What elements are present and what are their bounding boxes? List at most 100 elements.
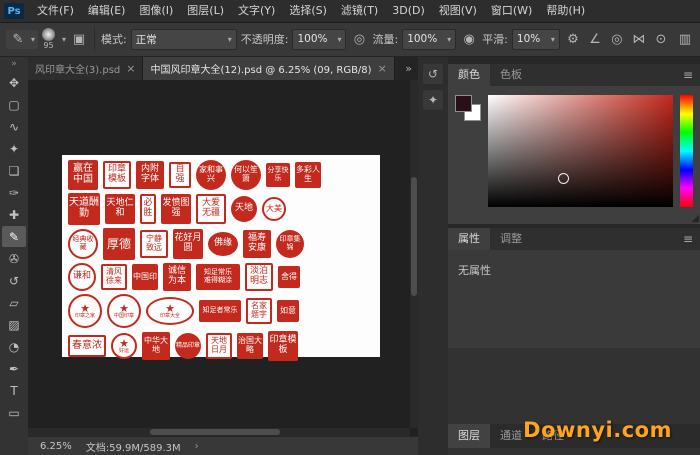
crop-tool[interactable]: ❏ [2, 160, 26, 181]
stamp-text: 经典收藏 [71, 236, 95, 251]
clone-stamp-tool[interactable]: ✇ [2, 248, 26, 269]
menu-item[interactable]: 文字(Y) [231, 0, 282, 22]
document-tab[interactable]: 风印章大全(3).psd× [28, 56, 143, 80]
healing-brush-tool[interactable]: ✚ [2, 204, 26, 225]
marquee-tool[interactable]: ▢ [2, 94, 26, 115]
eraser-tool[interactable]: ▱ [2, 292, 26, 313]
canvas-area[interactable]: 赢在中国印章模板内附字体自强家和事兴何以笙箫分享快乐多彩人生天道酬勤天地仁和必胜… [28, 80, 418, 436]
menu-item[interactable]: 图像(I) [132, 0, 180, 22]
menu-bar: Ps 文件(F)编辑(E)图像(I)图层(L)文字(Y)选择(S)滤镜(T)3D… [0, 0, 700, 23]
menu-item[interactable]: 3D(D) [385, 0, 432, 22]
panel-tab[interactable]: 颜色 [448, 64, 490, 86]
stamp-text: 春意浓 [69, 341, 105, 352]
panel-menu-icon[interactable]: ≡ [676, 228, 700, 250]
panel-tab[interactable]: 调整 [490, 228, 532, 250]
smoothing-options-gear-icon[interactable]: ⚙ [564, 32, 582, 47]
caret-down-icon: ▾ [447, 35, 451, 44]
stamp-text: 印章模板 [106, 165, 128, 184]
stamp-text: 印章大全 [160, 314, 180, 319]
smoothing-select[interactable]: 10% ▾ [512, 29, 560, 50]
stamp-text: 印章集锦 [277, 236, 303, 251]
search-icon[interactable]: ⊙ [652, 32, 670, 47]
status-flyout-arrow-icon[interactable]: › [195, 441, 199, 452]
menu-item[interactable]: 窗口(W) [484, 0, 539, 22]
foreground-color-swatch[interactable] [455, 95, 472, 112]
brush-tool[interactable]: ✎ [2, 226, 26, 247]
menu-item[interactable]: 滤镜(T) [334, 0, 385, 22]
horizontal-scrollbar[interactable] [28, 428, 410, 436]
menu-item[interactable]: 编辑(E) [81, 0, 133, 22]
tab-overflow-icon[interactable]: » [399, 56, 418, 80]
shape-tool[interactable]: ▭ [2, 402, 26, 423]
opacity-pressure-icon[interactable]: ◎ [350, 32, 368, 47]
menu-item[interactable]: 帮助(H) [539, 0, 592, 22]
seal-stamp: 多彩人生 [295, 162, 321, 188]
horizontal-scrollbar-thumb[interactable] [150, 429, 280, 435]
seal-stamp: 天地仁和 [105, 194, 135, 224]
opacity-value: 100% [297, 33, 327, 45]
lasso-tool[interactable]: ∿ [2, 116, 26, 137]
vertical-scrollbar[interactable] [410, 80, 418, 428]
move-tool[interactable]: ✥ [2, 72, 26, 93]
stamp-text: 天地 [235, 204, 253, 214]
foreground-background-swatches[interactable] [455, 95, 481, 121]
stamp-text: 名家题字 [249, 302, 269, 319]
seal-stamp: 分享快乐 [266, 163, 290, 187]
type-tool[interactable]: T [2, 380, 26, 401]
opacity-select[interactable]: 100% ▾ [292, 29, 346, 50]
tab-close-icon[interactable]: × [378, 63, 387, 74]
panel-tab[interactable]: 属性 [448, 228, 490, 250]
brush-settings-panel-icon[interactable]: ✦ [423, 90, 443, 110]
panel-tab[interactable]: 色板 [490, 64, 532, 86]
seal-stamp: 印章模板 [103, 161, 131, 189]
empty-panel-area [448, 348, 700, 424]
tool-bar: » ✥▢∿✦❏✑✚✎✇↺▱▨◔✒T▭ [0, 56, 28, 455]
tab-close-icon[interactable]: × [126, 63, 135, 74]
zoom-level-field[interactable]: 6.25% [40, 441, 72, 452]
history-brush-tool[interactable]: ↺ [2, 270, 26, 291]
panel-resize-handle-icon[interactable]: ◢ [691, 214, 699, 224]
brush-angle-icon[interactable]: ∠ [586, 32, 604, 47]
pen-tool[interactable]: ✒ [2, 358, 26, 379]
flow-select[interactable]: 100% ▾ [402, 29, 456, 50]
menu-item[interactable]: 选择(S) [282, 0, 334, 22]
mode-select[interactable]: 正常 ▾ [131, 29, 237, 50]
tool-preset-picker[interactable]: ✎ ▾ [6, 30, 38, 49]
document-size-info: 文档:59.9M/589.3M [86, 439, 181, 454]
size-pressure-icon[interactable]: ◎ [608, 32, 626, 47]
symmetry-icon[interactable]: ⋈ [630, 32, 648, 47]
seal-stamps-grid: 赢在中国印章模板内附字体自强家和事兴何以笙箫分享快乐多彩人生天道酬勤天地仁和必胜… [68, 160, 374, 361]
document-tab[interactable]: 中国风印章大全(12).psd @ 6.25% (09, RGB/8)× [143, 56, 394, 80]
airbrush-icon[interactable]: ◉ [460, 32, 478, 47]
history-panel-icon[interactable]: ↺ [423, 64, 443, 84]
no-properties-text: 无属性 [448, 250, 700, 290]
stamp-text: 如意 [280, 307, 296, 316]
stamp-text: 精品印章 [176, 343, 200, 349]
vertical-scrollbar-thumb[interactable] [411, 177, 417, 295]
options-bar-right: ⊙ ▥ [652, 32, 694, 47]
caret-down-icon[interactable]: ▾ [62, 35, 66, 44]
color-picker-cursor[interactable] [558, 173, 569, 184]
menu-item[interactable]: 文件(F) [30, 0, 81, 22]
quick-selection-tool[interactable]: ✦ [2, 138, 26, 159]
document-canvas[interactable]: 赢在中国印章模板内附字体自强家和事兴何以笙箫分享快乐多彩人生天道酬勤天地仁和必胜… [62, 155, 380, 357]
eyedropper-tool[interactable]: ✑ [2, 182, 26, 203]
color-panel-tabs: 颜色色板 [448, 64, 532, 86]
blur-tool[interactable]: ◔ [2, 336, 26, 357]
toolbar-collapse-icon[interactable]: » [11, 56, 17, 72]
seal-stamp: ★中国印章 [107, 294, 141, 328]
hue-slider[interactable] [680, 95, 693, 207]
brush-size-picker[interactable]: 95 [42, 28, 55, 50]
stamp-text: 赢在中国 [69, 164, 97, 186]
menu-item[interactable]: 图层(L) [180, 0, 231, 22]
saturation-brightness-field[interactable] [488, 95, 673, 207]
panel-menu-icon[interactable]: ≡ [676, 64, 700, 86]
menu-item[interactable]: 视图(V) [432, 0, 484, 22]
collapsed-panel-strip: ↺✦ [418, 56, 448, 455]
workspace-switcher-icon[interactable]: ▥ [676, 32, 694, 47]
stamp-text: 知足常乐难得糊涂 [203, 269, 233, 284]
panel-tab[interactable]: 图层 [448, 424, 490, 448]
color-panel: 颜色色板 ≡ ◢ [448, 64, 700, 224]
toggle-brush-settings-icon[interactable]: ▣ [70, 32, 88, 47]
gradient-tool[interactable]: ▨ [2, 314, 26, 335]
